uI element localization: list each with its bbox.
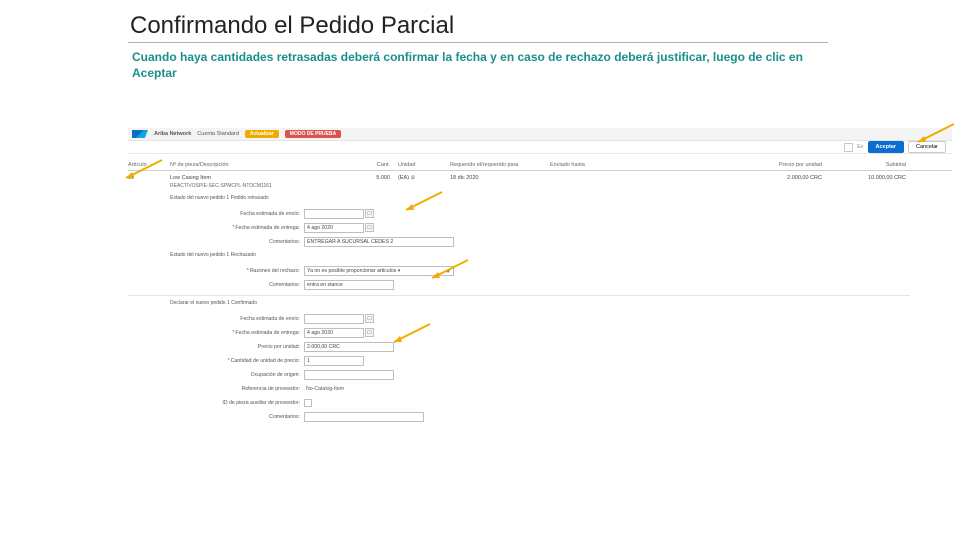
conf-ship-input[interactable] (304, 314, 364, 324)
calendar-icon[interactable]: ☐ (365, 328, 374, 337)
ex-label: Ex (857, 144, 863, 150)
cell-need: 18 dic 2020 (450, 175, 550, 189)
confirmed-status: Declarar el nuevo pedido 1 Confirmado (170, 300, 952, 306)
confirmed-form: Fecha estimada de envío: ☐ Fecha estimad… (170, 312, 952, 423)
reject-reason-select[interactable]: Ya no es posible proporcionar articulos … (304, 266, 454, 276)
cell-qty: 5.000 (340, 175, 398, 189)
line-items-table: Artículo Nº de pieza/Descripción Cant. U… (128, 162, 952, 423)
origin-label: Ocupación de origen: (170, 372, 304, 378)
separator (128, 295, 910, 296)
account-type: Cuenta Standard (197, 131, 239, 137)
conf-price-input[interactable]: 2.000,00 CRC (304, 342, 394, 352)
origin-input[interactable] (304, 370, 394, 380)
calendar-icon[interactable]: ☐ (365, 209, 374, 218)
help-icon[interactable] (844, 143, 853, 152)
title-underline (128, 42, 828, 43)
price-unit-qty-label: Cantidad de unidad de precio: (170, 358, 304, 364)
slide-subtitle: Cuando haya cantidades retrasadas deberá… (132, 49, 832, 81)
test-mode-pill: MODO DE PRUEBA (285, 130, 341, 138)
aux-part-checkbox[interactable] (304, 399, 312, 407)
topbar: Ariba Network Cuenta Standard Actualizar… (128, 128, 952, 141)
conf-deliv-input[interactable]: 4 ago 2020 (304, 328, 364, 338)
supplier-part-label: Referencia de proveedor: (170, 386, 304, 392)
backorder-status: Estado del nuevo pedido 1 Pedido retrasa… (170, 195, 952, 201)
cell-ship (550, 175, 700, 189)
reject-form: Razones del rechazo: Ya no es posible pr… (170, 264, 952, 291)
upgrade-pill[interactable]: Actualizar (245, 130, 279, 138)
price-unit-qty-input[interactable]: 1 (304, 356, 364, 366)
accept-button[interactable]: Aceptar (868, 141, 904, 153)
cell-line: 10 (128, 175, 170, 189)
col-part: Nº de pieza/Descripción (170, 162, 340, 168)
part-code: REACTIVOSPIE-SEC-SPMCPL-NTOCM1161 (170, 183, 340, 189)
cell-subtotal: 10.000,00 CRC (830, 175, 910, 189)
actionbar: Ex Aceptar Cancelar (128, 141, 952, 154)
conf-price-label: Precio por unidad: (170, 344, 304, 350)
reject-comments-label: Comentarios: (170, 282, 304, 288)
cancel-button[interactable]: Cancelar (908, 141, 946, 153)
reject-status: Estado del nuevo pedido 1 Rechazado (170, 252, 952, 258)
col-need: Requerido el/requerido para (450, 162, 550, 168)
sap-logo (132, 130, 148, 138)
bo-comments-input[interactable]: ENTREGAR A SUCURSAL CEDES 2 (304, 237, 454, 247)
col-price: Precio por unidad (700, 162, 830, 168)
conf-ship-label: Fecha estimada de envío: (170, 316, 304, 322)
calendar-icon[interactable]: ☐ (365, 223, 374, 232)
backorder-form: Fecha estimada de envío: ☐ Fecha estimad… (170, 207, 952, 248)
slide-title: Confirmando el Pedido Parcial (130, 12, 960, 40)
conf-comments-label: Comentarios: (170, 414, 304, 420)
col-line: Artículo (128, 162, 170, 168)
sap-ariba-app: Ariba Network Cuenta Standard Actualizar… (128, 128, 952, 528)
conf-comments-input[interactable] (304, 412, 424, 422)
conf-deliv-label: Fecha estimada de entrega: (170, 330, 304, 336)
calendar-icon[interactable]: ☐ (365, 314, 374, 323)
col-qty: Cant. (340, 162, 398, 168)
aux-part-label: ID de pieza auxiliar de proveedor: (170, 400, 304, 406)
table-row: 10 Low Casing Item REACTIVOSPIE-SEC-SPMC… (128, 171, 952, 191)
est-ship-label: Fecha estimada de envío: (170, 211, 304, 217)
part-name: Low Casing Item (170, 175, 340, 181)
est-deliv-input[interactable]: 4 ago 2020 (304, 223, 364, 233)
est-ship-input[interactable] (304, 209, 364, 219)
reject-reason-label: Razones del rechazo: (170, 268, 304, 274)
col-ship: Enviado hasta (550, 162, 700, 168)
cell-unit: (EA) ① (398, 175, 450, 189)
col-subtotal: Subtotal (830, 162, 910, 168)
reject-comments-input[interactable]: entra en stance (304, 280, 394, 290)
est-deliv-label: Fecha estimada de entrega: (170, 225, 304, 231)
table-header-row: Artículo Nº de pieza/Descripción Cant. U… (128, 162, 952, 171)
supplier-part-value: No-Catalog-Item (304, 386, 344, 392)
cell-price: 2.000,00 CRC (700, 175, 830, 189)
cell-part: Low Casing Item REACTIVOSPIE-SEC-SPMCPL-… (170, 175, 340, 189)
bo-comments-label: Comentarios: (170, 239, 304, 245)
brand-label: Ariba Network (154, 131, 191, 137)
col-unit: Unidad (398, 162, 450, 168)
